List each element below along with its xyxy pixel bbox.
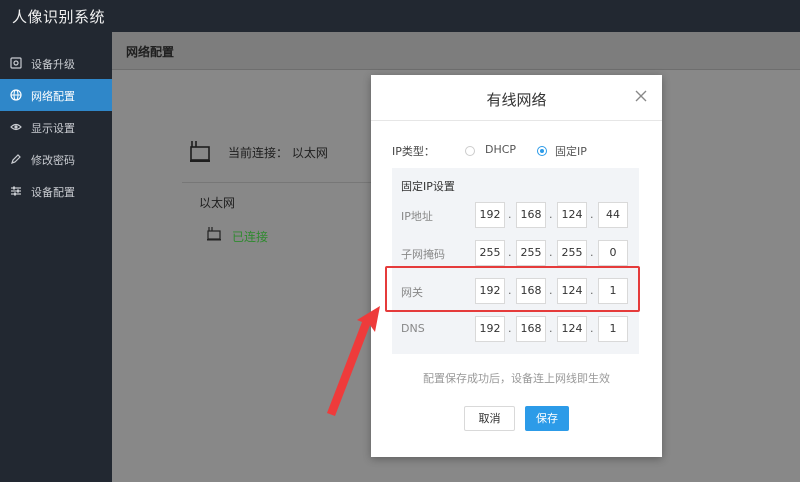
sidebar-item-label: 设备配置: [31, 186, 75, 199]
octet-separator: .: [549, 208, 553, 221]
sidebar-item-display-settings[interactable]: 显示设置: [0, 111, 112, 143]
octet-separator: .: [590, 246, 594, 259]
subnet-mask-octet-2[interactable]: 255: [516, 240, 546, 266]
ip-address-octet-3[interactable]: 124: [557, 202, 587, 228]
page-title: 网络配置: [126, 45, 175, 59]
sidebar: 设备升级 网络配置 显示设置 修改密码 设备配置: [0, 32, 112, 482]
ethernet-icon: [207, 227, 221, 241]
close-icon[interactable]: [634, 89, 648, 103]
dhcp-radio[interactable]: [465, 146, 475, 156]
save-button[interactable]: 保存: [525, 406, 569, 431]
sidebar-item-device-config[interactable]: 设备配置: [0, 175, 112, 207]
ethernet-status: 已连接: [232, 230, 269, 244]
panel-title: 固定IP设置: [401, 180, 455, 193]
globe-icon: [10, 89, 22, 101]
sidebar-item-label: 显示设置: [31, 122, 75, 135]
octet-separator: .: [508, 322, 512, 335]
main-header: 网络配置: [112, 32, 800, 70]
dialog-title: 有线网络: [486, 91, 547, 109]
subnet-mask-octet-1[interactable]: 255: [475, 240, 505, 266]
octet-separator: .: [549, 322, 553, 335]
sidebar-item-label: 修改密码: [31, 154, 75, 167]
octet-separator: .: [508, 246, 512, 259]
subnet-mask-octet-4[interactable]: 0: [598, 240, 628, 266]
current-connection-label: 当前连接： 以太网: [228, 146, 328, 160]
sliders-icon: [11, 186, 21, 196]
sidebar-item-network-config[interactable]: 网络配置: [0, 79, 112, 111]
dhcp-radio-label[interactable]: DHCP: [485, 143, 516, 156]
dns-octet-2[interactable]: 168: [516, 316, 546, 342]
octet-separator: .: [549, 246, 553, 259]
ip-address-label: IP地址: [401, 210, 433, 223]
sidebar-item-device-upgrade[interactable]: 设备升级: [0, 47, 112, 79]
static-ip-radio-label[interactable]: 固定IP: [555, 143, 587, 159]
sidebar-item-label: 网络配置: [31, 90, 75, 103]
dns-octet-1[interactable]: 192: [475, 316, 505, 342]
sidebar-item-label: 设备升级: [31, 58, 75, 71]
eye-icon: [10, 123, 22, 131]
octet-separator: .: [508, 208, 512, 221]
ip-type-label: IP类型：: [392, 145, 435, 158]
app-title: 人像识别系统: [12, 8, 106, 26]
dns-octet-3[interactable]: 124: [557, 316, 587, 342]
upgrade-icon: [10, 57, 22, 69]
save-hint: 配置保存成功后，设备连上网线即生效: [423, 372, 610, 385]
top-bar: 人像识别系统: [0, 0, 800, 32]
ip-address-octet-2[interactable]: 168: [516, 202, 546, 228]
edit-icon: [11, 154, 21, 164]
sidebar-item-change-password[interactable]: 修改密码: [0, 143, 112, 175]
gateway-highlight-box: [385, 266, 640, 312]
dialog-divider: [371, 120, 662, 121]
static-ip-panel: 固定IP设置 IP地址 192 . 168 . 124 . 44 子网掩码 25…: [392, 168, 639, 354]
ethernet-port-icon: [190, 141, 210, 162]
ip-address-octet-1[interactable]: 192: [475, 202, 505, 228]
subnet-mask-octet-3[interactable]: 255: [557, 240, 587, 266]
subnet-mask-label: 子网掩码: [401, 248, 445, 261]
ip-address-octet-4[interactable]: 44: [598, 202, 628, 228]
dns-octet-4[interactable]: 1: [598, 316, 628, 342]
static-ip-radio[interactable]: [537, 146, 547, 156]
ethernet-title: 以太网: [199, 196, 236, 210]
dns-label: DNS: [401, 322, 425, 335]
cancel-button[interactable]: 取消: [464, 406, 515, 431]
octet-separator: .: [590, 208, 594, 221]
octet-separator: .: [590, 322, 594, 335]
